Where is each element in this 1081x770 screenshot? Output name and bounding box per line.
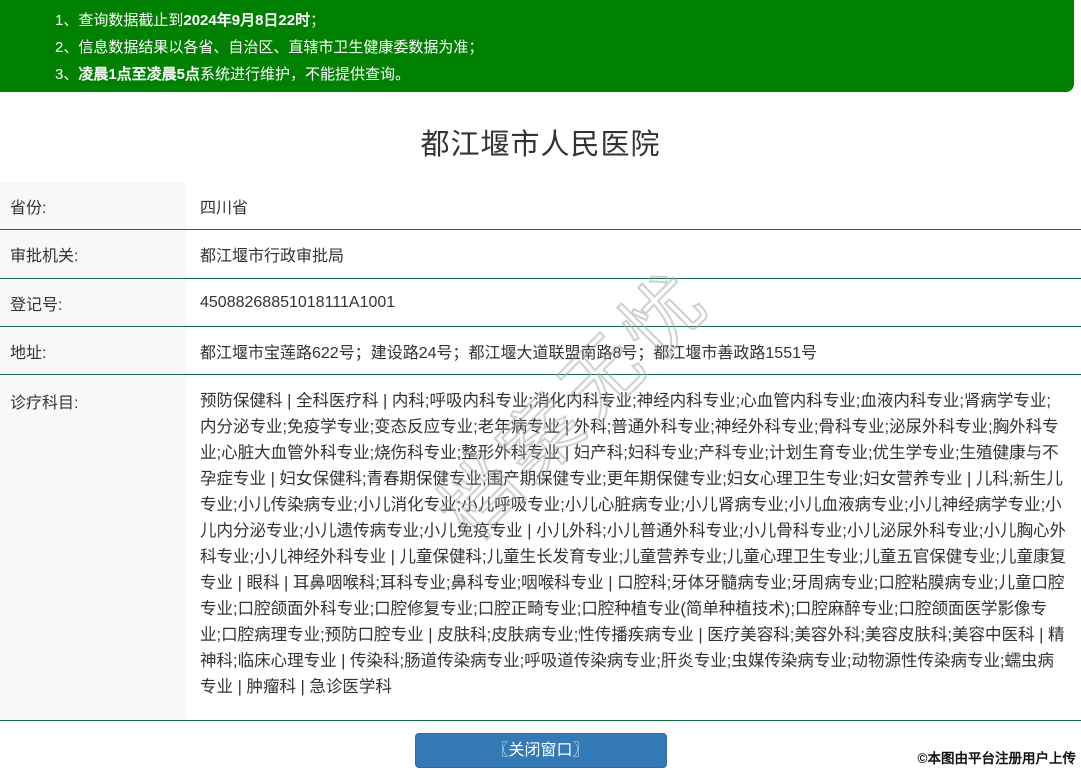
page-title: 都江堰市人民医院 [420,129,661,161]
hospital-info-table: 省份: 四川省 审批机关: 都江堰市行政审批局 登记号: 45088268851… [0,183,1081,721]
row-label: 地址: [0,327,186,374]
close-window-button[interactable]: 〖关闭窗口〗 [414,733,667,768]
row-value: 四川省 [200,200,249,217]
notice-number: 1、 [55,12,79,29]
notice-text: 信息数据结果以各省、自治区、直辖市卫生健康委数据为准； [78,39,484,56]
table-row-approval-authority: 审批机关: 都江堰市行政审批局 [0,230,1081,279]
row-value: 都江堰市宝莲路622号；建设路24号；都江堰大道联盟南路8号；都江堰市善政路15… [200,344,817,362]
notice-number: 2、 [55,39,79,56]
upload-credit-text: ©本图由平台注册用户上传 [917,751,1076,766]
notice-number: 3、 [55,66,79,83]
table-row-province: 省份: 四川省 [0,183,1081,230]
notice-line-1: 1、查询数据截止到2024年9月8日22时； [55,7,1074,34]
row-label: 审批机关: [0,230,186,278]
table-row-address: 地址: 都江堰市宝莲路622号；建设路24号；都江堰大道联盟南路8号；都江堰市善… [0,327,1081,375]
row-label: 登记号: [0,279,186,326]
row-label: 省份: [0,183,186,229]
notice-bold-text: 2024年9月8日22时 [183,12,311,29]
notice-bold-text: 凌晨1点至凌晨5点 [78,66,201,83]
notice-text: 系统进行维护，不能提供查询。 [200,66,411,83]
notice-text: 查询数据截止到 [78,12,184,29]
row-value: 预防保健科 | 全科医疗科 | 内科;呼吸内科专业;消化内科专业;神经内科专业;… [200,392,1066,696]
notice-line-3: 3、凌晨1点至凌晨5点系统进行维护，不能提供查询。 [55,61,1074,88]
row-label: 诊疗科目: [0,375,186,720]
table-row-medical-departments: 诊疗科目: 预防保健科 | 全科医疗科 | 内科;呼吸内科专业;消化内科专业;神… [0,375,1081,721]
row-value: 45088268851018111A1001 [200,293,396,311]
notice-banner: 1、查询数据截止到2024年9月8日22时； 2、信息数据结果以各省、自治区、直… [0,0,1074,92]
table-row-registration-number: 登记号: 45088268851018111A1001 [0,279,1081,327]
row-value: 都江堰市行政审批局 [200,248,345,265]
notice-line-2: 2、信息数据结果以各省、自治区、直辖市卫生健康委数据为准； [55,34,1074,61]
notice-text: ； [310,12,326,29]
